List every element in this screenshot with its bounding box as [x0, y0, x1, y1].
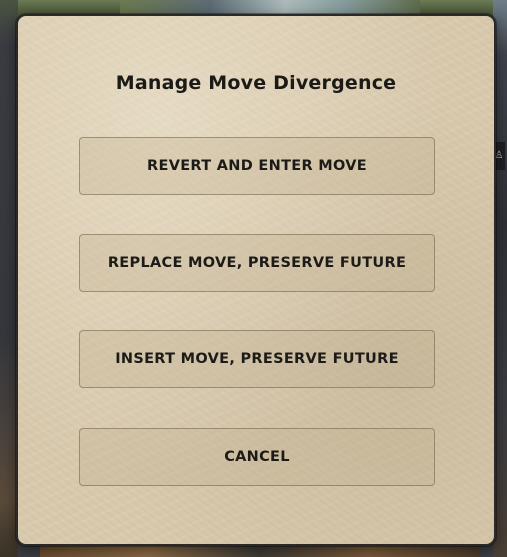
dialog-title: Manage Move Divergence: [115, 72, 397, 94]
insert-move-preserve-future-label: INSERT MOVE, PRESERVE FUTURE: [115, 351, 399, 367]
cancel-label: CANCEL: [224, 449, 290, 465]
insert-move-preserve-future-button[interactable]: INSERT MOVE, PRESERVE FUTURE: [79, 330, 435, 388]
move-divergence-dialog: Manage Move Divergence REVERT AND ENTER …: [16, 14, 496, 546]
revert-and-enter-move-button[interactable]: REVERT AND ENTER MOVE: [79, 137, 435, 195]
cancel-button[interactable]: CANCEL: [79, 428, 435, 486]
replace-move-preserve-future-label: REPLACE MOVE, PRESERVE FUTURE: [107, 255, 407, 271]
revert-and-enter-move-label: REVERT AND ENTER MOVE: [147, 158, 367, 174]
replace-move-preserve-future-button[interactable]: REPLACE MOVE, PRESERVE FUTURE: [79, 234, 435, 292]
